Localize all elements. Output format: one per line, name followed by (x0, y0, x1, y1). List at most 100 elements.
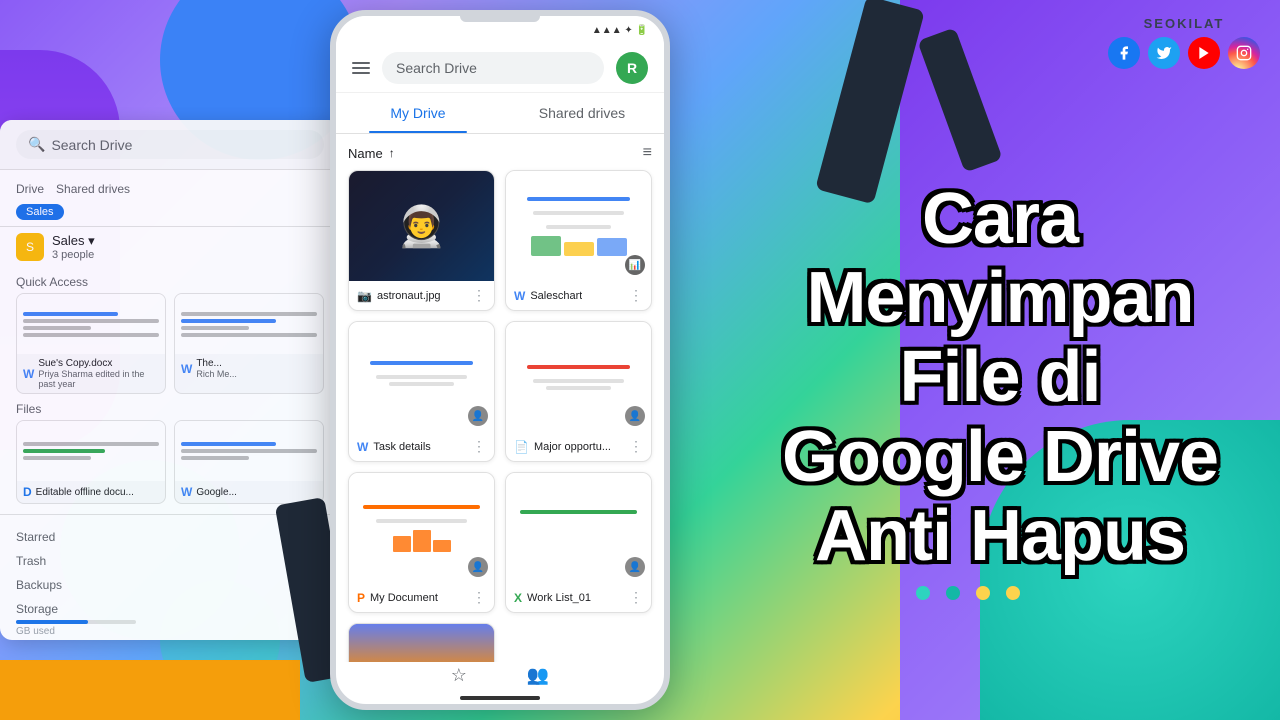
sales-badge: Sales (16, 204, 64, 220)
file-card-3[interactable]: D Editable offline docu... (16, 420, 166, 504)
phone-search-bar[interactable]: Search Drive (382, 52, 604, 84)
phone-search-text: Search Drive (396, 60, 477, 76)
person-overlay-major: 👤 (625, 406, 645, 426)
sales-row: S Sales ▾ 3 people (0, 227, 340, 267)
dot-2 (946, 586, 960, 600)
file-edit-1: Priya Sharma edited in the past year (38, 369, 159, 389)
tab-my-drive[interactable]: My Drive (336, 93, 500, 133)
nav-starred[interactable]: Starred (16, 527, 324, 547)
file-thumb-4 (175, 421, 323, 481)
file-name-task: Task details (373, 441, 430, 453)
youtube-icon[interactable] (1188, 37, 1220, 69)
person-overlay-task: 👤 (468, 406, 488, 426)
file-icon-xls: X (514, 591, 522, 605)
phone-content: Name ↑ ≡ 👨‍🚀 📷 astronaut.jpg ⋮ (336, 134, 664, 662)
files-grid: D Editable offline docu... W Google... (0, 420, 340, 504)
file-name-mydoc: My Document (370, 592, 438, 604)
file-worklist[interactable]: 👤 X Work List_01 ⋮ (505, 472, 652, 613)
facebook-icon[interactable] (1108, 37, 1140, 69)
thumb-major: 👤 (506, 322, 651, 432)
file-name-saleschart: Saleschart (530, 290, 582, 302)
file-thumb-1 (17, 294, 165, 354)
file-icon-w-4: W (181, 485, 192, 499)
file-icon-ppt: P (357, 591, 365, 605)
dot-3 (976, 586, 990, 600)
file-name-4: Google... (196, 487, 237, 498)
thumb-saleschart: 📊 (506, 171, 651, 281)
file-icon-doc-3: D (23, 485, 32, 499)
phone-mockup: ▲▲▲ ✦ 🔋 Search Drive R My Drive Shared d… (330, 10, 670, 710)
file-icon-w-2: W (181, 362, 192, 376)
phone-header: Search Drive R (336, 44, 664, 93)
person-overlay-mydoc: 👤 (468, 557, 488, 577)
file-icon-w-sales: W (514, 289, 525, 303)
hamburger-icon[interactable] (352, 62, 370, 74)
file-card-1[interactable]: W Sue's Copy.docx Priya Sharma edited in… (16, 293, 166, 394)
search-icon: 🔍 (28, 136, 45, 153)
file-icon-pdf: 📄 (514, 440, 529, 454)
file-mydoc[interactable]: 👤 P My Document ⋮ (348, 472, 495, 613)
more-icon-mydoc[interactable]: ⋮ (472, 589, 486, 606)
file-name-major: Major opportu... (534, 441, 611, 453)
storage-bar (16, 620, 88, 624)
chart-overlay: 📊 (625, 255, 645, 275)
file-icon-w-1: W (23, 367, 34, 381)
nav-storage: Storage GB used (16, 599, 324, 640)
hero-line1: Cara Menyimpan File di Google Drive Anti… (760, 180, 1240, 576)
brand-name: SEOKILAT (1108, 16, 1260, 31)
file-saleschart[interactable]: 📊 W Saleschart ⋮ (505, 170, 652, 311)
file-thumb-3 (17, 421, 165, 481)
phone-home-indicator (460, 696, 540, 700)
file-task[interactable]: 👤 W Task details ⋮ (348, 321, 495, 462)
file-edit-2: Rich Me... (196, 369, 237, 379)
dots-decoration (916, 586, 1020, 600)
sales-info: Sales ▾ 3 people (52, 233, 95, 261)
file-icon-jpg: 📷 (357, 289, 372, 303)
dot-4 (1006, 586, 1020, 600)
twitter-icon[interactable] (1148, 37, 1180, 69)
nav-backups[interactable]: Backups (16, 575, 324, 595)
phone-tabs: My Drive Shared drives (336, 93, 664, 134)
nav-shared[interactable]: Shared drives (48, 178, 138, 200)
file-card-2[interactable]: W The... Rich Me... (174, 293, 324, 394)
more-icon-task[interactable]: ⋮ (472, 438, 486, 455)
more-icon-sales[interactable]: ⋮ (629, 287, 643, 304)
sales-people: 3 people (52, 249, 95, 261)
person-overlay-worklist: 👤 (625, 557, 645, 577)
phone-bottom-bar: ☆ 👥 (336, 657, 664, 694)
file-name-3: Editable offline docu... (36, 487, 134, 498)
dot-1 (916, 586, 930, 600)
file-name-2: The... (196, 358, 237, 369)
storage-text: GB used (16, 626, 324, 637)
more-icon-major[interactable]: ⋮ (629, 438, 643, 455)
more-icon-worklist[interactable]: ⋮ (629, 589, 643, 606)
desktop-search-bar[interactable]: 🔍 Search Drive (16, 130, 324, 159)
desktop-search-text: Search Drive (51, 137, 132, 153)
nav-trash[interactable]: Trash (16, 551, 324, 571)
file-name-astronaut: astronaut.jpg (377, 290, 441, 302)
social-icons-row (1108, 37, 1260, 69)
sort-label: Name (348, 146, 383, 161)
quick-access-label: Quick Access (0, 267, 340, 293)
more-icon-astronaut[interactable]: ⋮ (472, 287, 486, 304)
file-name-worklist: Work List_01 (527, 592, 591, 604)
tab-shared-drives[interactable]: Shared drives (500, 93, 664, 133)
star-bottom-icon[interactable]: ☆ (451, 665, 467, 686)
nav-drive[interactable]: Drive (16, 178, 44, 200)
user-avatar[interactable]: R (616, 52, 648, 84)
files-label: Files (0, 394, 340, 420)
team-avatar: S (16, 233, 44, 261)
view-toggle-icon[interactable]: ≡ (643, 144, 652, 162)
thumb-task: 👤 (349, 322, 494, 432)
file-card-4[interactable]: W Google... (174, 420, 324, 504)
phone-notch (460, 16, 540, 22)
file-astronaut[interactable]: 👨‍🚀 📷 astronaut.jpg ⋮ (348, 170, 495, 311)
desktop-header: 🔍 Search Drive (0, 120, 340, 170)
people-bottom-icon[interactable]: 👥 (527, 665, 549, 686)
instagram-icon[interactable] (1228, 37, 1260, 69)
name-bar: Name ↑ ≡ (348, 134, 652, 170)
thumb-mydoc: 👤 (349, 473, 494, 583)
hero-title-area: Cara Menyimpan File di Google Drive Anti… (760, 180, 1240, 576)
brand-area: SEOKILAT (1108, 16, 1260, 69)
file-major[interactable]: 👤 📄 Major opportu... ⋮ (505, 321, 652, 462)
